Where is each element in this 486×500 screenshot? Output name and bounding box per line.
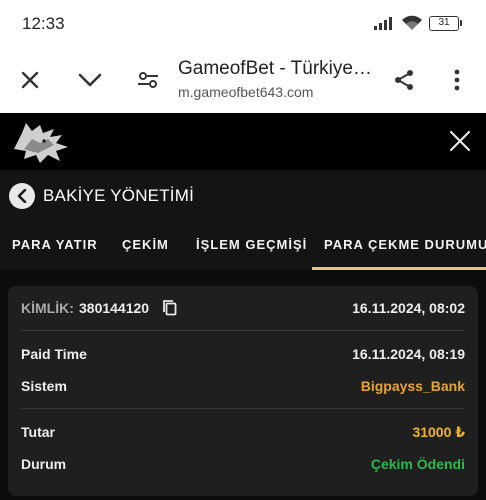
tab-withdraw[interactable]: ÇEKİM — [122, 237, 169, 252]
site-url[interactable]: m.gameofbet643.com — [178, 84, 313, 100]
back-button[interactable] — [9, 183, 35, 209]
battery-level: 31 — [429, 15, 459, 31]
status-label: Durum — [21, 456, 67, 472]
id-label: KİMLİK: — [21, 300, 74, 316]
created-date: 16.11.2024, 08:02 — [352, 300, 465, 316]
page-header: BAKİYE YÖNETİMİ — [0, 170, 486, 222]
page-title: BAKİYE YÖNETİMİ — [43, 186, 195, 205]
site-title[interactable]: GameofBet - Türkiye… — [178, 58, 378, 80]
id-value: 380144120 — [79, 300, 150, 316]
wifi-icon — [402, 15, 422, 30]
withdrawal-card: KİMLİK: 380144120 16.11.2024, 08:02 Paid… — [8, 286, 478, 496]
withdrawal-list: KİMLİK: 380144120 16.11.2024, 08:02 Paid… — [0, 270, 486, 500]
close-icon[interactable] — [448, 129, 472, 153]
signal-icon — [374, 17, 392, 30]
close-icon[interactable] — [16, 66, 44, 94]
battery-icon: 31 — [429, 15, 462, 31]
page: BAKİYE YÖNETİMİ PARA YATIR ÇEKİM İŞLEM G… — [0, 113, 486, 500]
paid-time-value: 16.11.2024, 08:19 — [352, 346, 465, 362]
tab-withdrawal-status[interactable]: PARA ÇEKME DURUMU — [324, 237, 486, 252]
divider — [21, 408, 465, 409]
system-value: Bigpayss_Bank — [360, 378, 465, 394]
more-vert-icon[interactable] — [443, 66, 471, 94]
status-bar: 12:33 31 — [0, 0, 486, 50]
tab-bar: PARA YATIR ÇEKİM İŞLEM GEÇMİŞİ PARA ÇEKM… — [0, 222, 486, 270]
paid-time-label: Paid Time — [21, 346, 87, 362]
system-icons: 31 — [373, 15, 462, 31]
site-header — [0, 113, 486, 170]
system-label: Sistem — [21, 378, 67, 394]
divider — [21, 330, 465, 331]
amount-value: 31000 ₺ — [412, 424, 465, 440]
tune-icon[interactable] — [134, 66, 162, 94]
copy-icon[interactable] — [162, 299, 178, 317]
tab-transaction-history[interactable]: İŞLEM GEÇMİŞİ — [196, 237, 307, 252]
amount-label: Tutar — [21, 424, 55, 440]
chevron-left-icon — [17, 189, 27, 203]
wolf-logo[interactable] — [10, 119, 72, 165]
chevron-down-icon[interactable] — [76, 66, 104, 94]
status-value: Çekim Ödendi — [370, 456, 465, 472]
share-icon[interactable] — [390, 66, 418, 94]
tab-deposit[interactable]: PARA YATIR — [12, 237, 98, 252]
status-time: 12:33 — [22, 14, 65, 33]
browser-toolbar: GameofBet - Türkiye… m.gameofbet643.com — [0, 50, 486, 113]
